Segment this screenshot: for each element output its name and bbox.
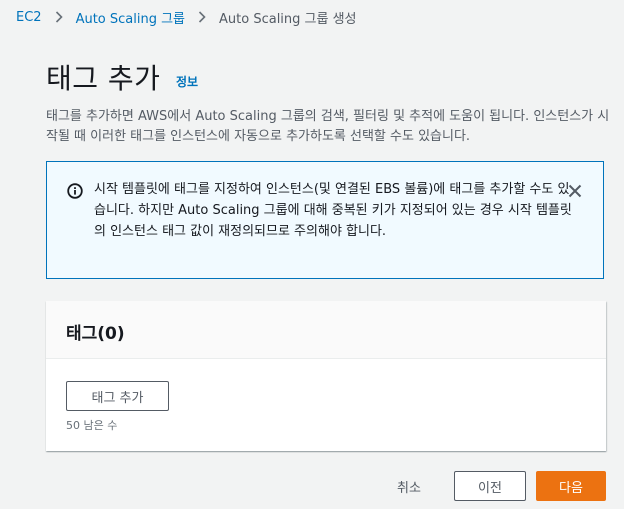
breadcrumb: EC2 Auto Scaling 그룹 Auto Scaling 그룹 생성 (16, 8, 357, 27)
breadcrumb-auto-scaling-groups[interactable]: Auto Scaling 그룹 (76, 8, 185, 27)
tags-panel: 태그(0) 태그 추가 50 남은 수 (46, 301, 606, 451)
tags-panel-title: 태그(0) (66, 324, 125, 344)
tags-remaining-count: 50 남은 수 (66, 419, 118, 432)
info-alert: 시작 템플릿에 태그를 지정하여 인스턴스(및 연결된 EBS 볼륨)에 태그를… (46, 161, 604, 279)
alert-message: 시작 템플릿에 태그를 지정하여 인스턴스(및 연결된 EBS 볼륨)에 태그를… (94, 182, 572, 239)
info-circle-icon (67, 183, 83, 199)
page-title: 태그 추가 (46, 62, 161, 95)
chevron-right-icon (42, 10, 76, 25)
previous-button[interactable]: 이전 (454, 471, 526, 501)
breadcrumb-ec2[interactable]: EC2 (16, 10, 42, 25)
add-tag-button[interactable]: 태그 추가 (66, 381, 169, 411)
cancel-button[interactable]: 취소 (378, 471, 440, 501)
next-button[interactable]: 다음 (536, 471, 606, 501)
tags-panel-header (46, 301, 606, 359)
info-link[interactable]: 정보 (176, 73, 198, 90)
page-description: 태그를 추가하면 AWS에서 Auto Scaling 그룹의 검색, 필터링 … (46, 109, 610, 144)
breadcrumb-current: Auto Scaling 그룹 생성 (219, 11, 357, 27)
chevron-right-icon (185, 10, 219, 25)
close-icon[interactable] (567, 183, 583, 199)
